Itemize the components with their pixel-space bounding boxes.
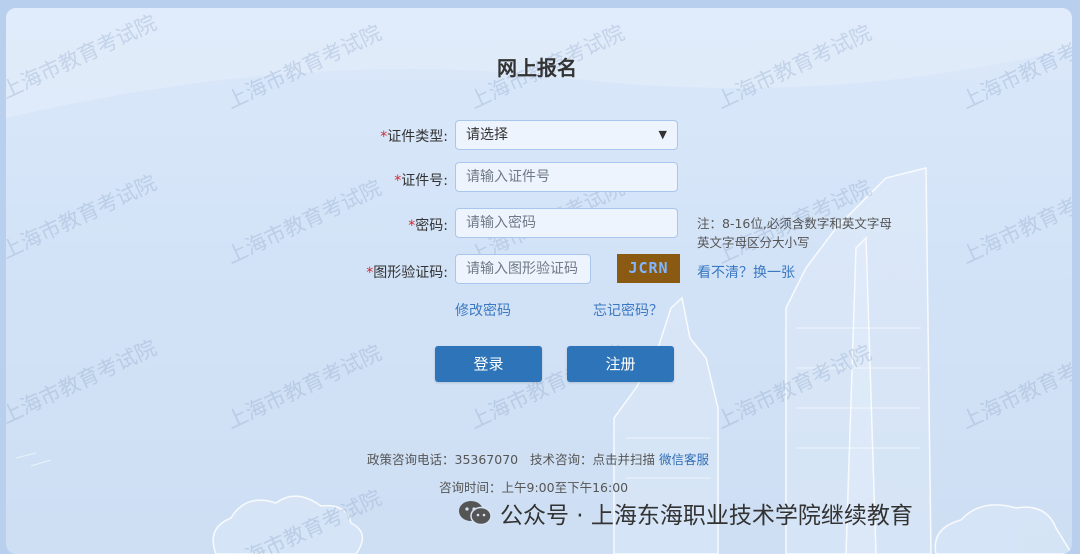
id-number-input[interactable] — [455, 162, 678, 192]
forgot-password-link[interactable]: 忘记密码？ — [593, 300, 663, 320]
footer-hours: 咨询时间：上午9:00至下午16:00 — [439, 480, 629, 495]
register-button[interactable]: 注册 — [567, 346, 674, 382]
wechat-account-label: 公众号 · 上海东海职业技术学院继续教育 — [458, 496, 913, 530]
captcha-input[interactable] — [455, 254, 591, 284]
password-hint: 注：8-16位,必须含数字和英文字母 英文字母区分大小写 — [697, 216, 892, 250]
captcha-image[interactable]: JCRN — [617, 254, 680, 283]
chevron-down-icon: ▼ — [658, 128, 667, 141]
id-type-label: *证件类型: — [380, 129, 448, 145]
change-password-link[interactable]: 修改密码 — [455, 300, 511, 320]
id-number-label: *证件号: — [394, 173, 448, 189]
id-type-select[interactable]: 请选择 ▼ — [455, 120, 678, 150]
wechat-icon — [459, 501, 492, 526]
captcha-refresh-link[interactable]: 看不清？换一张 — [697, 262, 795, 282]
password-input[interactable] — [455, 208, 678, 238]
page-title: 网上报名 — [497, 56, 577, 80]
captcha-label: *图形验证码: — [366, 265, 448, 281]
login-button[interactable]: 登录 — [435, 346, 542, 382]
password-label: *密码: — [408, 218, 448, 234]
wechat-service-link[interactable]: 微信客服 — [659, 452, 709, 467]
footer-contact: 政策咨询电话：35367070 技术咨询：点击并扫描 微信客服 — [367, 452, 710, 467]
